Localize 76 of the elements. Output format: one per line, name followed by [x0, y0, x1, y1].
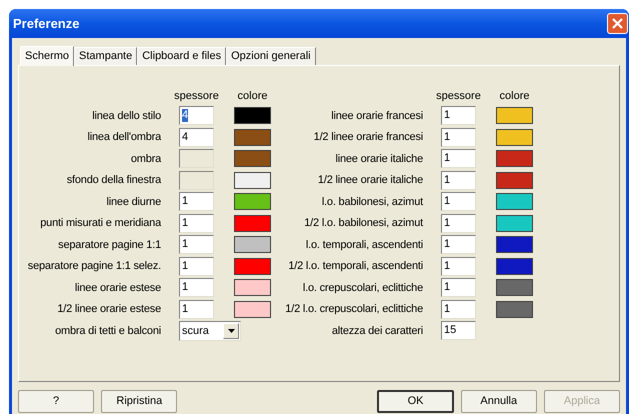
- input-field[interactable]: 1: [441, 128, 476, 147]
- input-field[interactable]: 1: [179, 235, 214, 254]
- color-swatch[interactable]: [496, 128, 533, 146]
- dialog-button[interactable]: Annulla: [460, 390, 537, 413]
- color-swatch[interactable]: [496, 236, 533, 254]
- color-swatch[interactable]: [234, 258, 271, 275]
- color-swatch[interactable]: [496, 214, 533, 232]
- field-label: l.o. temporali, ascendenti: [304, 238, 424, 252]
- close-icon: [612, 18, 623, 29]
- field-label: sfondo della finestra: [66, 173, 162, 188]
- tab[interactable]: Opzioni generali: [226, 47, 316, 65]
- color-swatch[interactable]: [234, 214, 271, 232]
- column-header: colore: [236, 88, 268, 104]
- color-swatch[interactable]: [496, 172, 533, 189]
- color-swatch[interactable]: [496, 193, 533, 210]
- field-label: linea dell'ombra: [86, 130, 162, 145]
- field-label: linee orarie estese: [74, 280, 162, 296]
- field-label: 1/2 l.o. babilonesi, azimut: [303, 216, 424, 231]
- caret-icon: [223, 322, 239, 339]
- column-header: spessore: [173, 88, 220, 104]
- input-field[interactable]: 1: [441, 170, 476, 190]
- input-field[interactable]: 1: [179, 278, 214, 298]
- color-swatch[interactable]: [496, 107, 533, 124]
- field-label: separatore pagine 1:1 selez.: [26, 259, 162, 274]
- input-field[interactable]: 4: [179, 106, 214, 126]
- field-label: separatore pagine 1:1: [57, 238, 162, 252]
- input-field[interactable]: 1: [441, 278, 476, 298]
- color-swatch[interactable]: [496, 279, 533, 296]
- field-label: altezza dei caratteri: [330, 324, 424, 338]
- field-label: 1/2 linee orarie francesi: [312, 130, 424, 145]
- input-field[interactable]: 1: [441, 256, 476, 276]
- field-label: l.o. crepuscolari, eclittiche: [302, 280, 424, 296]
- input-field[interactable]: 1: [441, 106, 476, 126]
- column-header: spessore: [435, 88, 482, 104]
- field-label: linee orarie italiche: [334, 152, 424, 166]
- color-swatch[interactable]: [234, 193, 271, 210]
- color-swatch[interactable]: [496, 300, 533, 318]
- field-label: 1/2 linee orarie estese: [56, 302, 162, 317]
- color-swatch[interactable]: [234, 107, 271, 124]
- input-field[interactable]: 1: [179, 192, 214, 212]
- input-field[interactable]: 1: [179, 214, 214, 233]
- tab[interactable]: Schermo: [20, 46, 74, 66]
- field-label: 1/2 l.o. temporali, ascendenti: [287, 259, 424, 274]
- color-swatch[interactable]: [234, 279, 271, 296]
- color-swatch[interactable]: [234, 236, 271, 254]
- color-swatch[interactable]: [496, 150, 533, 168]
- dropdown[interactable]: scura: [179, 320, 241, 341]
- tab[interactable]: Clipboard e files: [137, 47, 226, 65]
- color-swatch[interactable]: [496, 258, 533, 275]
- input-field[interactable]: 1: [441, 149, 476, 168]
- dialog-button[interactable]: Ripristina: [101, 390, 178, 413]
- input-field[interactable]: 1: [441, 235, 476, 254]
- field-label: 1/2 l.o. crepuscolari, eclittiche: [284, 302, 424, 317]
- input-field[interactable]: 1: [441, 214, 476, 233]
- input-field[interactable]: 1: [179, 256, 214, 276]
- dialog-button[interactable]: OK: [377, 390, 454, 413]
- color-swatch[interactable]: [234, 300, 271, 318]
- field-label: l.o. babilonesi, azimut: [320, 194, 424, 210]
- close-button[interactable]: [607, 13, 628, 34]
- field-label: ombra: [130, 152, 162, 166]
- input-field[interactable]: 15: [441, 321, 476, 340]
- field-label: linea dello stilo: [91, 108, 162, 124]
- column-header: colore: [498, 88, 530, 104]
- field-label: linee diurne: [106, 194, 162, 210]
- window-title: Preferenze: [13, 14, 80, 33]
- input-field[interactable]: 1: [441, 300, 476, 319]
- input-field[interactable]: 1: [179, 300, 214, 319]
- field-label: punti misurati e meridiana: [39, 216, 162, 231]
- field-label: linee orarie francesi: [330, 108, 424, 124]
- color-swatch[interactable]: [234, 128, 271, 146]
- input-field[interactable]: 4: [179, 128, 214, 147]
- input-field[interactable]: 1: [441, 192, 476, 212]
- dialog-button[interactable]: ?: [18, 390, 94, 413]
- field-label: 1/2 linee orarie italiche: [316, 173, 424, 188]
- field-label: ombra di tetti e balconi: [54, 324, 162, 338]
- tab[interactable]: Stampante: [74, 47, 138, 65]
